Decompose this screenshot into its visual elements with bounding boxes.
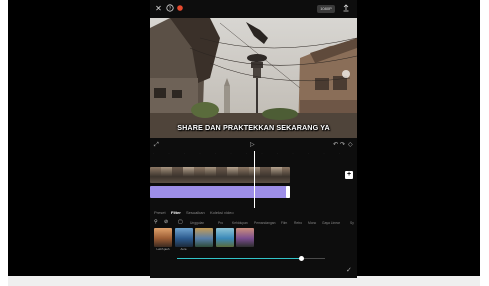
filter-category-item[interactable]: Film (281, 221, 287, 225)
video-editor-app: ✕ ? 1080P SHARE DAN PRAKTEKKAN SEKARANG … (150, 0, 357, 278)
filter-thumbnail[interactable] (236, 228, 254, 247)
intensity-slider-fill (177, 258, 302, 259)
ruler-tick: · (215, 151, 216, 155)
ruler-tick: · (308, 151, 309, 155)
svg-text:?: ? (168, 6, 171, 11)
filter-category-item[interactable]: Gaya Linear (322, 221, 340, 225)
filter-thumbnail[interactable] (154, 228, 172, 247)
video-frame (150, 167, 161, 183)
video-frame (238, 167, 249, 183)
intensity-slider-knob[interactable] (298, 256, 304, 261)
playback-controls: ⤢ ▷ ↶ ↷ ◇ (150, 140, 357, 150)
export-icon[interactable] (341, 4, 350, 13)
video-frame (183, 167, 194, 183)
audio-trim-handle[interactable] (286, 186, 290, 198)
redo-icon[interactable]: ↷ (340, 141, 345, 149)
ruler-tick: · (230, 151, 232, 155)
video-subtitle: SHARE DAN PRAKTEKKAN SEKARANG YA (177, 123, 330, 132)
video-frame (172, 167, 183, 183)
play-icon[interactable]: ▷ (250, 141, 255, 149)
ruler-tick: · (199, 151, 201, 155)
search-icon[interactable]: ⚲ (154, 219, 158, 225)
video-frame (194, 167, 205, 183)
filter-category-item[interactable]: Mono (308, 221, 316, 225)
tab-sesuaikan[interactable]: Sesuaikan (186, 210, 205, 215)
ruler-tick: · (323, 151, 325, 155)
preview-scene (150, 18, 357, 138)
tab-koleksi-video[interactable]: Koleksi video (210, 210, 234, 215)
ruler-tick: · (277, 151, 278, 155)
ruler-tick: · (168, 151, 170, 155)
fullscreen-icon[interactable]: ⤢ (154, 141, 159, 149)
saved-filter-icon[interactable]: ▢ (178, 219, 183, 225)
undo-icon[interactable]: ↶ (333, 141, 338, 149)
audio-track[interactable] (150, 186, 290, 198)
filter-category-item[interactable]: Pemandangan (254, 221, 275, 225)
ruler-tick: · (246, 151, 247, 155)
top-bar: ✕ ? 1080P (150, 0, 357, 18)
video-track[interactable] (150, 167, 290, 183)
filter-thumbnail[interactable] (215, 228, 234, 247)
video-frame (205, 167, 216, 183)
video-frame (216, 167, 227, 183)
filter-thumbnail[interactable] (174, 228, 193, 247)
keyframe-icon[interactable]: ◇ (348, 141, 353, 149)
filter-category-item[interactable]: Sy (350, 221, 354, 225)
tab-filter[interactable]: Filter (171, 210, 181, 215)
ruler-tick: · (339, 151, 340, 155)
tab-preset[interactable]: Preset (154, 210, 166, 215)
video-preview[interactable]: SHARE DAN PRAKTEKKAN SEKARANG YA (150, 18, 357, 138)
filter-category-item[interactable]: Pro (218, 221, 223, 225)
ruler-tick: · (184, 151, 185, 155)
ruler-tick: · (153, 151, 154, 155)
video-frame (282, 167, 290, 183)
video-frame (271, 167, 282, 183)
video-frame (227, 167, 238, 183)
filter-category-item[interactable]: Retro (294, 221, 302, 225)
reset-icon[interactable]: ⊘ (164, 219, 168, 225)
video-frame (161, 167, 172, 183)
record-icon[interactable] (175, 4, 184, 13)
filter-thumbnail-label: Aura (180, 247, 187, 251)
playhead[interactable] (254, 151, 255, 208)
ruler-tick: · (261, 151, 263, 155)
add-clip-button[interactable]: + (345, 171, 353, 179)
close-icon[interactable]: ✕ (154, 4, 163, 13)
filter-thumbnails: Lebih jauh Aura (150, 228, 357, 252)
filter-category-item[interactable]: Unggulan (190, 221, 204, 225)
help-icon[interactable]: ? (165, 4, 174, 13)
filter-thumbnail-label: Lebih jauh (156, 247, 170, 251)
filter-category-item[interactable]: Kehidupan (232, 221, 248, 225)
editor-tabs: Preset Filter Sesuaikan Koleksi video (150, 208, 357, 218)
filter-thumbnail[interactable] (195, 228, 213, 247)
ruler-tick: · (292, 151, 294, 155)
video-frame (260, 167, 271, 183)
confirm-check-icon[interactable]: ✓ (346, 266, 352, 274)
resolution-dropdown[interactable]: 1080P (317, 5, 335, 13)
